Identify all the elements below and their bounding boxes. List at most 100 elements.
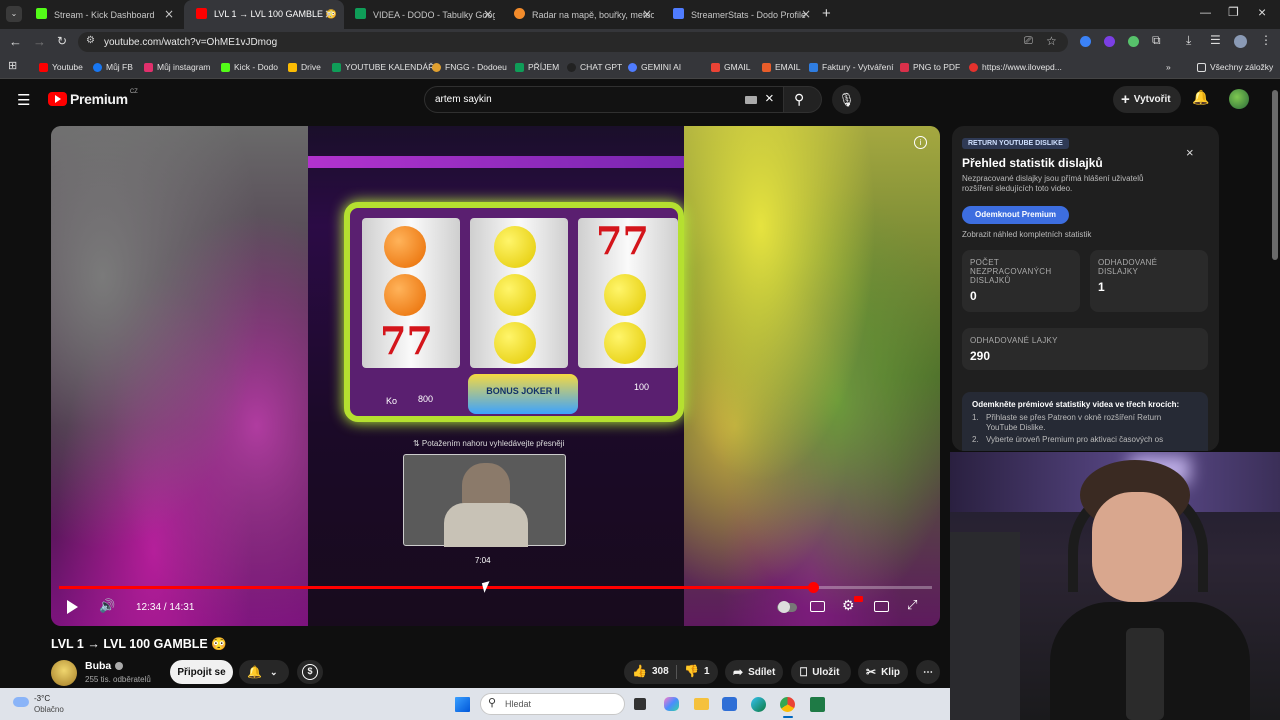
bookmark-prijem[interactable]: PŘÍJEM bbox=[515, 60, 559, 74]
page-scrollbar[interactable] bbox=[1272, 90, 1278, 260]
close-icon[interactable]: × bbox=[324, 7, 334, 21]
search-box[interactable]: artem saykin × bbox=[424, 86, 784, 113]
tab-kick-dashboard[interactable]: Stream - Kick Dashboard × bbox=[24, 0, 184, 29]
address-bar[interactable]: ⚙ youtube.com/watch?v=OhME1vJDmog ⎚ ☆ bbox=[78, 32, 1068, 52]
cast-icon[interactable]: ⎚ bbox=[1024, 35, 1033, 48]
kebab-menu-icon[interactable]: ⋮ bbox=[1260, 33, 1272, 47]
more-actions-button[interactable]: ⋯ bbox=[916, 660, 940, 684]
like-dislike-group: 👍 308 👎 1 bbox=[624, 660, 718, 684]
account-avatar[interactable] bbox=[1229, 89, 1249, 109]
profile-avatar[interactable] bbox=[1234, 35, 1247, 48]
bookmark-png-to-pdf[interactable]: PNG to PDF bbox=[900, 60, 960, 74]
volume-icon[interactable]: 🔊 bbox=[99, 598, 115, 614]
close-window-button[interactable]: × bbox=[1258, 4, 1266, 20]
restore-button[interactable]: ❐ bbox=[1228, 5, 1239, 19]
subtitles-icon[interactable] bbox=[810, 601, 825, 612]
thanks-button[interactable]: $ bbox=[297, 660, 323, 684]
copilot-icon[interactable] bbox=[664, 697, 679, 711]
search-input[interactable]: artem saykin bbox=[435, 94, 492, 105]
create-button[interactable]: + Vytvořit bbox=[1113, 86, 1181, 113]
preview-stats-link[interactable]: Zobrazit náhled kompletních statistik bbox=[962, 230, 1091, 239]
save-button[interactable]: ⎕ Uložit bbox=[791, 660, 851, 684]
hamburger-menu-icon[interactable]: ☰ bbox=[17, 91, 30, 109]
unlock-premium-button[interactable]: Odemknout Premium bbox=[962, 206, 1069, 224]
minimize-button[interactable]: — bbox=[1200, 7, 1211, 19]
progress-bar[interactable] bbox=[59, 582, 932, 593]
theater-mode-icon[interactable] bbox=[874, 601, 889, 612]
mail-icon[interactable] bbox=[722, 697, 737, 711]
forward-icon[interactable]: → bbox=[33, 34, 46, 49]
tab-streamerstats[interactable]: StreamerStats - Dodo Profile × bbox=[661, 0, 821, 29]
weather-temperature[interactable]: -3°C bbox=[34, 694, 50, 703]
new-tab-button[interactable]: + bbox=[822, 5, 831, 22]
like-button[interactable]: 👍 308 bbox=[632, 664, 669, 678]
autoplay-toggle[interactable] bbox=[777, 601, 797, 613]
bookmark-fngg[interactable]: FNGG - Dodoeu bbox=[432, 60, 507, 74]
close-icon[interactable]: × bbox=[164, 7, 174, 21]
site-info-icon[interactable]: ⚙ bbox=[86, 35, 95, 46]
bookmark-drive[interactable]: Drive bbox=[288, 60, 321, 74]
bookmark-instagram[interactable]: Můj instagram bbox=[144, 60, 210, 74]
keyboard-icon[interactable] bbox=[745, 96, 757, 104]
subscribed-notifications-button[interactable]: 🔔 ⌄ bbox=[239, 660, 289, 684]
close-icon[interactable]: × bbox=[1186, 145, 1194, 160]
reload-icon[interactable]: ↻ bbox=[57, 34, 67, 48]
back-icon[interactable]: ← bbox=[9, 34, 22, 49]
extension-purple-icon[interactable] bbox=[1104, 36, 1115, 47]
clip-button[interactable]: ✂ Klip bbox=[858, 660, 908, 684]
bookmark-facebook[interactable]: Můj FB bbox=[93, 60, 133, 74]
bookmark-kick[interactable]: Kick - Dodo bbox=[221, 60, 278, 74]
channel-name[interactable]: Buba bbox=[85, 660, 124, 672]
info-icon[interactable]: i bbox=[914, 136, 927, 149]
ryd-steps-box: Odemkněte prémiové statistiky videa ve t… bbox=[962, 392, 1208, 451]
task-view-icon[interactable] bbox=[634, 698, 646, 710]
close-icon[interactable]: × bbox=[483, 7, 493, 21]
taskbar-search[interactable]: ⚲ Hledat bbox=[480, 693, 625, 715]
close-icon[interactable]: × bbox=[801, 7, 811, 21]
puzzle-icon[interactable]: ⧉ bbox=[1152, 33, 1161, 48]
bookmark-star-icon[interactable]: ☆ bbox=[1046, 34, 1057, 48]
notifications-bell-icon[interactable]: 🔔 bbox=[1192, 89, 1209, 106]
tab-weather-radar[interactable]: Radar na mapě, bouřky, meteo × bbox=[502, 0, 662, 29]
bookmark-gmail[interactable]: GMAIL bbox=[711, 60, 750, 74]
file-explorer-icon[interactable] bbox=[694, 698, 709, 710]
tab-search-button[interactable]: ⌄ bbox=[6, 6, 22, 22]
close-icon[interactable]: × bbox=[642, 7, 652, 21]
apps-grid-icon[interactable]: ⊞ bbox=[8, 59, 17, 72]
chrome-icon[interactable] bbox=[780, 697, 795, 712]
search-button[interactable]: ⚲ bbox=[784, 86, 822, 113]
bookmark-chatgpt[interactable]: CHAT GPT bbox=[567, 60, 622, 74]
excel-icon[interactable] bbox=[810, 697, 825, 712]
tab-youtube-video[interactable]: LVL 1 → LVL 100 GAMBLE 😳 - × bbox=[184, 0, 344, 29]
channel-avatar[interactable] bbox=[51, 660, 77, 686]
play-button[interactable] bbox=[67, 600, 78, 614]
clear-search-icon[interactable]: × bbox=[765, 90, 774, 107]
bookmark-youtube[interactable]: Youtube bbox=[39, 60, 83, 74]
bookmark-faktury[interactable]: Faktury - Vytváření bbox=[809, 60, 893, 74]
youtube-premium-logo[interactable]: Premium CZ bbox=[48, 89, 138, 109]
extension-green-icon[interactable] bbox=[1128, 36, 1139, 47]
download-icon[interactable]: ⤓ bbox=[1186, 33, 1191, 48]
weather-condition[interactable]: Oblačno bbox=[34, 705, 64, 714]
all-bookmarks-folder[interactable]: Všechny záložky bbox=[1197, 60, 1273, 74]
bookmark-ilovepdf[interactable]: https://www.ilovepd... bbox=[969, 60, 1062, 74]
start-windows-icon[interactable] bbox=[455, 697, 470, 712]
video-player[interactable]: 77 77 BONUS JOKER II Ko 800 100 ⇅ Potaže… bbox=[51, 126, 940, 626]
settings-gear-icon[interactable]: ⚙ bbox=[842, 597, 855, 614]
dislike-button[interactable]: 👎 1 bbox=[684, 664, 710, 678]
fullscreen-icon[interactable]: ⤢ bbox=[907, 597, 917, 613]
tab-google-sheets[interactable]: VIDEA - DODO - Tabulky Googl × bbox=[343, 0, 503, 29]
bookmark-label: Drive bbox=[301, 62, 321, 72]
voice-search-button[interactable]: 🎙 bbox=[832, 85, 861, 114]
bookmark-email[interactable]: EMAIL bbox=[762, 60, 801, 74]
bookmark-gemini[interactable]: GEMINI AI bbox=[628, 60, 681, 74]
bookmarks-overflow-icon[interactable]: » bbox=[1166, 60, 1171, 74]
stat-raw-dislikes: POČET NEZPRACOVANÝCH DISLAJKŮ 0 bbox=[962, 250, 1080, 312]
share-button[interactable]: ➦ Sdílet bbox=[725, 660, 783, 684]
edge-icon[interactable] bbox=[751, 697, 766, 712]
scissors-icon: ✂ bbox=[866, 665, 877, 679]
menu-list-icon[interactable]: ☰ bbox=[1210, 33, 1221, 47]
join-button[interactable]: Připojit se bbox=[170, 660, 233, 684]
bookmark-youtube-calendar[interactable]: YOUTUBE KALENDÁŘ bbox=[332, 60, 434, 74]
extension-blue-icon[interactable] bbox=[1080, 36, 1091, 47]
